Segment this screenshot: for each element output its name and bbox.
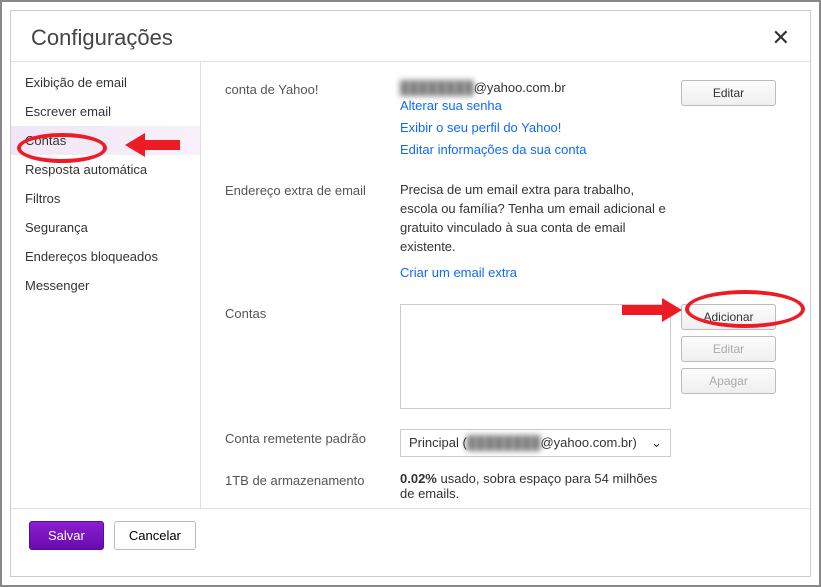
content-pane: conta de Yahoo! ████████@yahoo.com.br Al… <box>201 62 810 508</box>
save-button[interactable]: Salvar <box>29 521 104 550</box>
row-label: Conta remetente padrão <box>225 429 400 446</box>
account-email: ████████@yahoo.com.br <box>400 80 671 95</box>
row-extra-email: Endereço extra de email Precisa de um em… <box>225 181 786 283</box>
sidebar-item-label: Filtros <box>25 191 60 206</box>
row-yahoo-account: conta de Yahoo! ████████@yahoo.com.br Al… <box>225 80 786 161</box>
sidebar-item-messenger[interactable]: Messenger <box>11 271 200 300</box>
row-default-sender: Conta remetente padrão Principal (██████… <box>225 429 786 457</box>
sidebar-item-escrever-email[interactable]: Escrever email <box>11 97 200 126</box>
sidebar-item-label: Contas <box>25 133 66 148</box>
dialog-footer: Salvar Cancelar <box>11 509 810 562</box>
sidebar-item-label: Resposta automática <box>25 162 147 177</box>
dialog-header: Configurações ✕ <box>11 11 810 61</box>
row-label: conta de Yahoo! <box>225 80 400 97</box>
edit-account-button[interactable]: Editar <box>681 336 776 362</box>
sidebar-item-label: Exibição de email <box>25 75 127 90</box>
row-label: Contas <box>225 304 400 321</box>
delete-account-button[interactable]: Apagar <box>681 368 776 394</box>
add-account-button[interactable]: Adicionar <box>681 304 776 330</box>
link-change-password[interactable]: Alterar sua senha <box>400 95 671 117</box>
sidebar-item-enderecos-bloqueados[interactable]: Endereços bloqueados <box>11 242 200 271</box>
link-edit-account-info[interactable]: Editar informações da sua conta <box>400 139 671 161</box>
dialog-title: Configurações <box>31 25 173 51</box>
sidebar-item-label: Segurança <box>25 220 88 235</box>
link-show-profile[interactable]: Exibir o seu perfil do Yahoo! <box>400 117 671 139</box>
row-storage: 1TB de armazenamento 0.02% usado, sobra … <box>225 471 786 501</box>
sidebar-item-contas[interactable]: Contas <box>11 126 200 155</box>
email-hidden-prefix: ████████ <box>400 80 474 95</box>
edit-yahoo-account-button[interactable]: Editar <box>681 80 776 106</box>
close-icon[interactable]: ✕ <box>772 27 790 49</box>
settings-dialog: Configurações ✕ Exibição de email Escrev… <box>10 10 811 577</box>
sidebar-item-resposta-automatica[interactable]: Resposta automática <box>11 155 200 184</box>
extra-email-description: Precisa de um email extra para trabalho,… <box>400 181 671 256</box>
row-accounts: Contas Adicionar Editar Apagar <box>225 304 786 409</box>
sidebar-item-seguranca[interactable]: Segurança <box>11 213 200 242</box>
default-sender-select[interactable]: Principal (████████@yahoo.com.br) ⌄ <box>400 429 671 457</box>
sidebar-item-label: Endereços bloqueados <box>25 249 158 264</box>
sidebar-item-exibicao-email[interactable]: Exibição de email <box>11 68 200 97</box>
sidebar-item-label: Escrever email <box>25 104 111 119</box>
chevron-down-icon: ⌄ <box>651 435 662 451</box>
row-label: Endereço extra de email <box>225 181 400 198</box>
sidebar-item-label: Messenger <box>25 278 89 293</box>
dialog-body: Exibição de email Escrever email Contas … <box>11 61 810 509</box>
select-display: Principal (████████@yahoo.com.br) <box>409 435 637 450</box>
sidebar: Exibição de email Escrever email Contas … <box>11 62 201 508</box>
storage-usage-text: 0.02% usado, sobra espaço para 54 milhõe… <box>400 471 671 501</box>
sidebar-item-filtros[interactable]: Filtros <box>11 184 200 213</box>
accounts-listbox[interactable] <box>400 304 671 409</box>
cancel-button[interactable]: Cancelar <box>114 521 196 550</box>
row-label: 1TB de armazenamento <box>225 471 400 488</box>
link-create-extra-email[interactable]: Criar um email extra <box>400 262 671 284</box>
email-suffix: @yahoo.com.br <box>474 80 566 95</box>
